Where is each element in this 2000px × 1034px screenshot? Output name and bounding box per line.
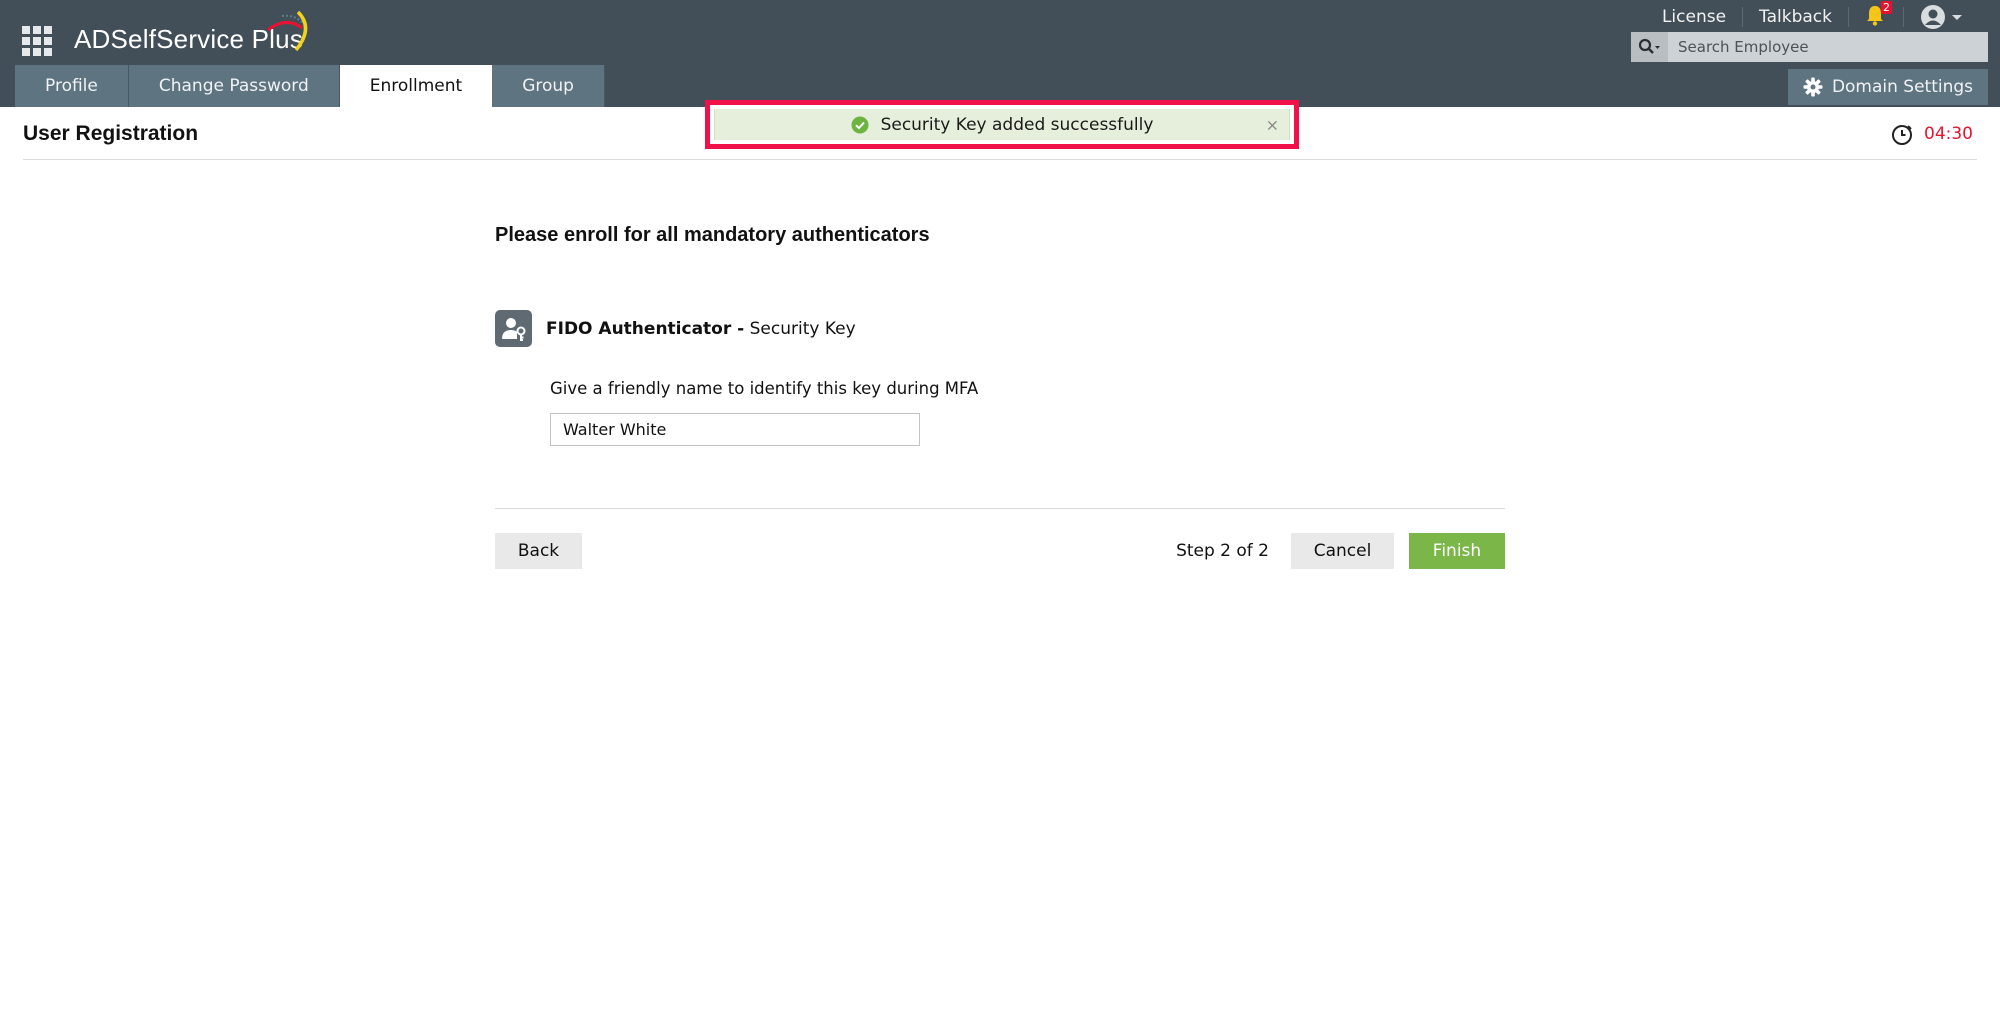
user-key-icon (495, 310, 532, 347)
tab-enrollment[interactable]: Enrollment (339, 65, 493, 107)
cancel-button[interactable]: Cancel (1291, 533, 1394, 569)
finish-button[interactable]: Finish (1409, 533, 1505, 569)
toast-highlight-frame: Security Key added successfully × (705, 100, 1299, 149)
user-avatar-icon (1921, 5, 1945, 29)
title-divider (23, 159, 1977, 160)
friendly-name-input[interactable] (550, 413, 920, 446)
check-circle-icon (851, 116, 869, 134)
step-indicator: Step 2 of 2 (1176, 541, 1269, 561)
top-header: ADSelfService Plus License Talkback 2 Se… (0, 0, 2000, 107)
page-title: User Registration (23, 122, 199, 145)
license-link[interactable]: License (1646, 7, 1742, 27)
stopwatch-icon (1892, 125, 1912, 145)
user-menu-button[interactable] (1904, 4, 1964, 30)
authenticator-name: FIDO Authenticator - Security Key (546, 319, 856, 339)
back-button[interactable]: Back (495, 533, 582, 569)
close-icon[interactable]: × (1266, 115, 1279, 134)
search-employee-box (1631, 32, 1988, 62)
wizard-footer: Back Step 2 of 2 Cancel Finish (495, 533, 1505, 569)
tab-group[interactable]: Group (492, 65, 605, 107)
search-icon (1638, 38, 1660, 54)
caret-down-icon (1952, 15, 1962, 20)
friendly-name-label: Give a friendly name to identify this ke… (550, 379, 979, 398)
gear-icon (1803, 77, 1823, 97)
tab-profile[interactable]: Profile (15, 65, 129, 107)
toast-message: Security Key added successfully (880, 114, 1154, 135)
authenticator-type: FIDO Authenticator - (546, 318, 745, 339)
notifications-button[interactable]: 2 (1849, 1, 1903, 30)
enrollment-panel: Please enroll for all mandatory authenti… (495, 220, 1505, 569)
authenticator-subtype: Security Key (744, 318, 856, 339)
search-employee-input[interactable] (1668, 38, 1978, 56)
session-timer: 04:30 (1890, 122, 1973, 146)
footer-divider (495, 508, 1505, 509)
tab-change-password[interactable]: Change Password (128, 65, 340, 107)
authenticator-row: FIDO Authenticator - Security Key (495, 310, 856, 347)
search-type-button[interactable] (1631, 32, 1668, 62)
notification-count-badge: 2 (1881, 1, 1892, 14)
swoosh-logo-icon (267, 10, 308, 52)
timer-countdown: 04:30 (1924, 124, 1973, 144)
domain-settings-button[interactable]: Domain Settings (1788, 69, 1988, 105)
talkback-link[interactable]: Talkback (1743, 7, 1848, 27)
header-links: License Talkback 2 (1646, 1, 1964, 30)
success-toast: Security Key added successfully × (714, 109, 1290, 140)
domain-settings-label: Domain Settings (1831, 77, 1974, 97)
main-tabs: Profile Change Password Enrollment Group (15, 65, 605, 107)
grid-apps-icon[interactable] (22, 26, 52, 56)
enrollment-heading: Please enroll for all mandatory authenti… (495, 224, 930, 246)
